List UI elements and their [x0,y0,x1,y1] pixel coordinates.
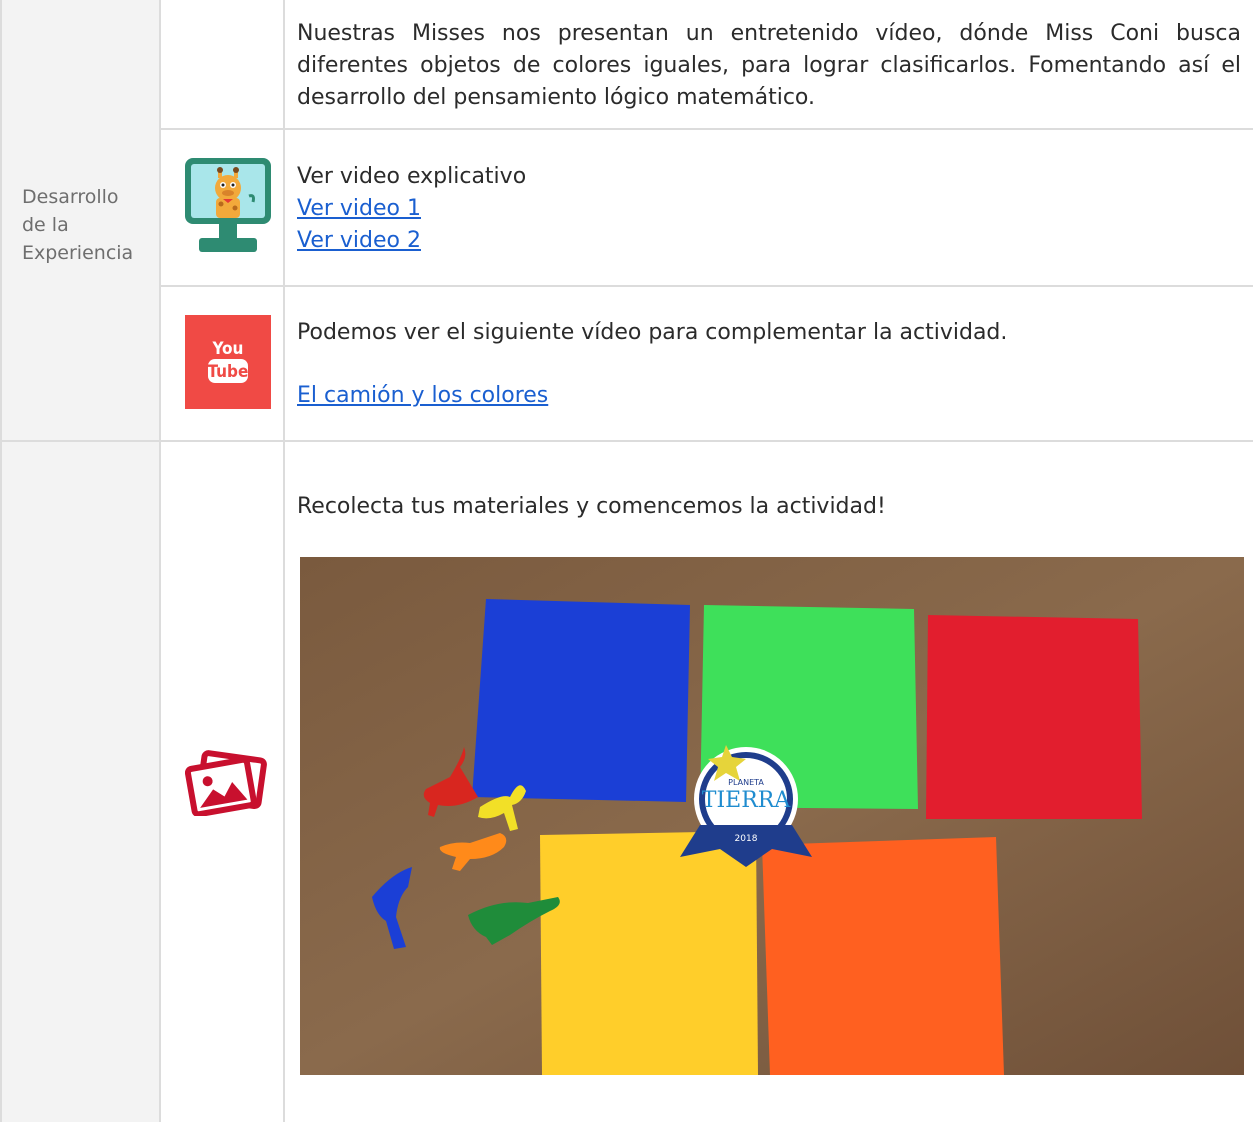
youtube-link[interactable]: El camión y los colores [297,380,548,412]
table-border-col1 [159,0,161,1122]
video-title: Ver video explicativo [297,164,527,189]
stage-label: Desarrollo de la Experiencia [22,183,152,267]
photo-badge-top: PLANETA [728,778,764,787]
table-border-left [0,0,2,1122]
stage-label-cell-2 [2,442,159,1122]
monitor-giraffe-icon [185,158,271,256]
video-link-2[interactable]: Ver video 2 [297,225,421,257]
table-border-col2 [283,0,285,1122]
stage-label-line3: Experiencia [22,242,134,264]
youtube-icon-text-top: You [212,339,244,359]
row-divider-1 [159,128,1253,130]
row-divider-3 [0,440,1253,442]
stage-label-line1: Desarrollo [22,186,119,208]
materials-photo: PLANETA TIERRA 2018 [300,557,1244,1075]
youtube-icon-text-bottom: Tube [208,362,249,382]
youtube-text: Podemos ver el siguiente vídeo para comp… [297,320,1008,345]
intro-paragraph: Nuestras Misses nos presentan un entrete… [297,21,1241,110]
images-icon [184,750,269,818]
video-link-1[interactable]: Ver video 1 [297,193,421,225]
stage-label-line2: de la [22,214,69,236]
photo-badge-main: TIERRA [702,788,792,813]
photo-badge-year: 2018 [735,834,758,844]
materials-text: Recolecta tus materiales y comencemos la… [297,494,886,519]
row-divider-2 [159,285,1253,287]
youtube-icon: You Tube [185,315,271,409]
